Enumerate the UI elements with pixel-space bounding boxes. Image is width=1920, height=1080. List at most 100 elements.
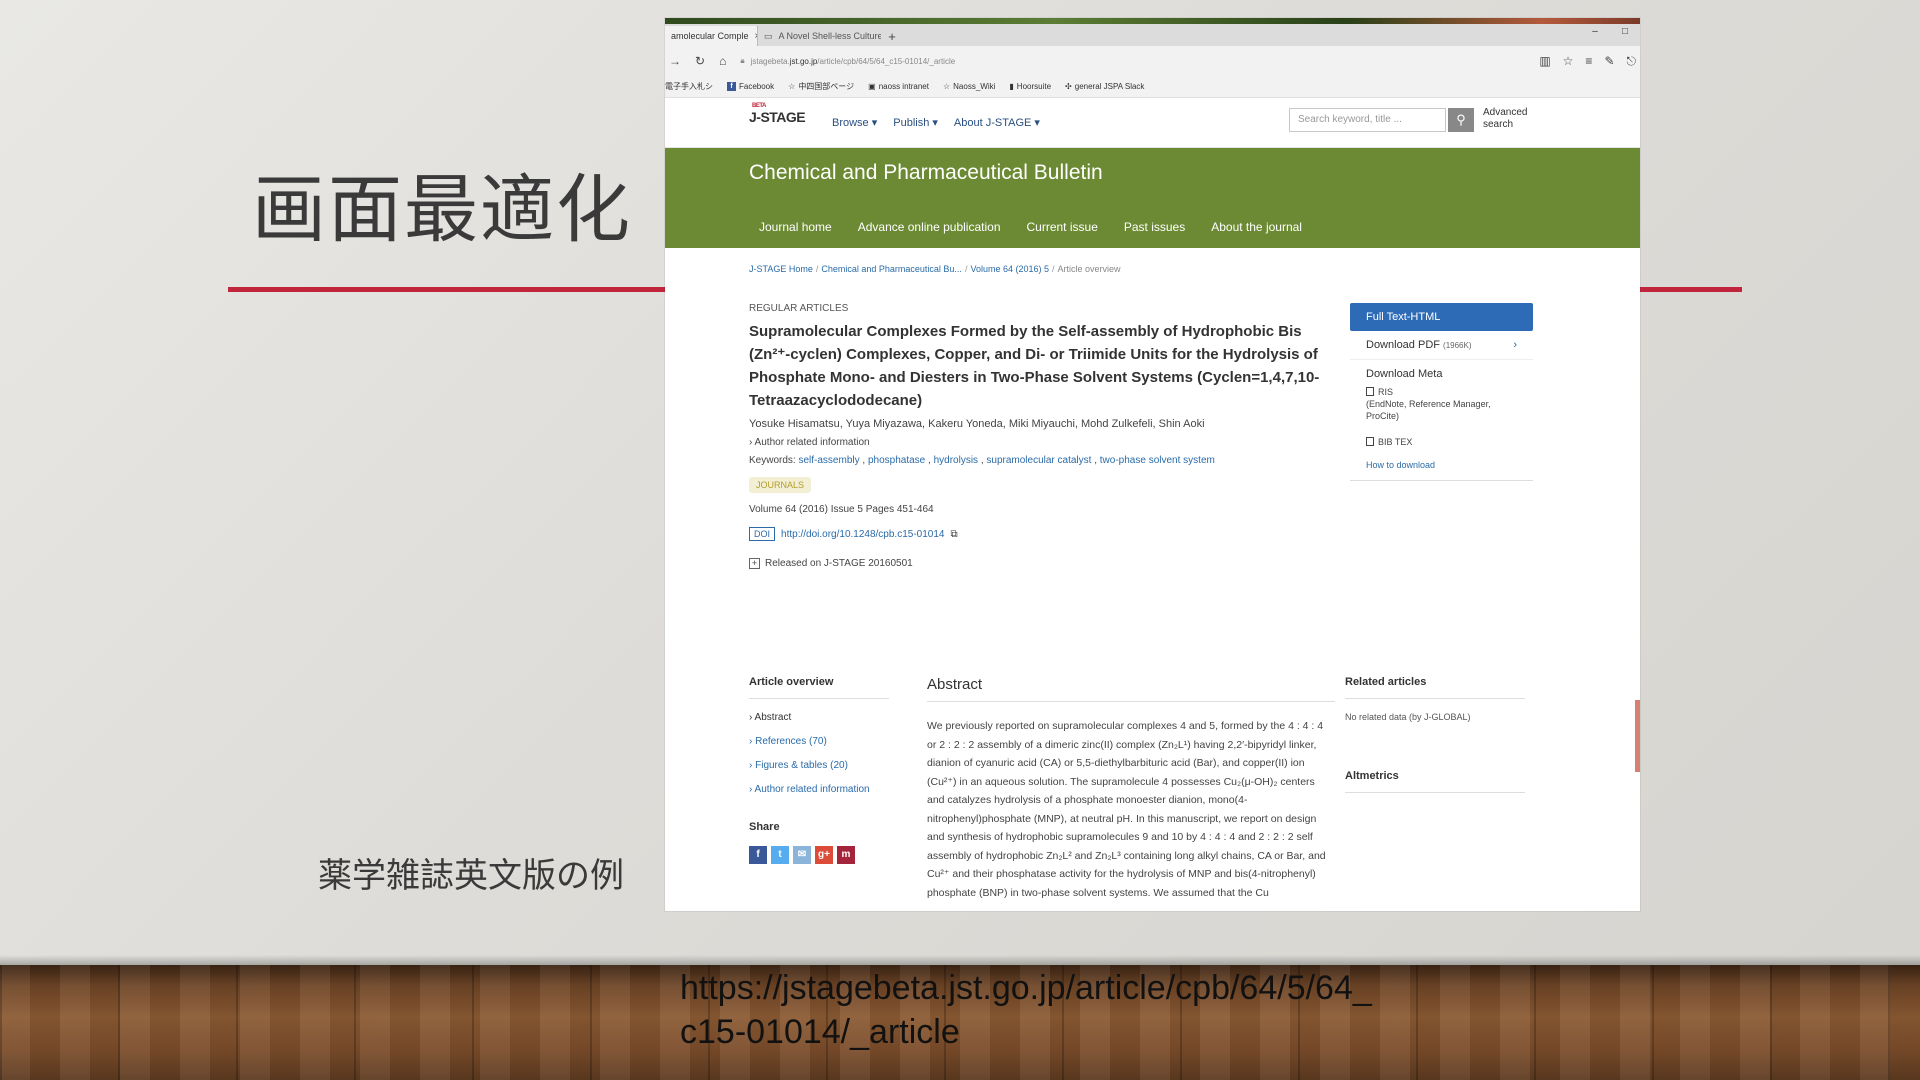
download-sidebar: Full Text-HTML Download PDF (1966K) › Do… xyxy=(1350,303,1533,481)
favorite-label: Hoorsuite xyxy=(1016,82,1052,91)
related-heading: Related articles xyxy=(1345,676,1525,699)
favorite-item[interactable]: ☆ Naoss_Wiki xyxy=(943,82,995,91)
overview-heading: Article overview xyxy=(749,676,889,699)
breadcrumb: J-STAGE Home / Chemical and Pharmaceutical… xyxy=(749,264,1121,274)
favorites-bar: 電子手入札シ f Facebook ☆ 中四国部ページ ▣ naoss intrane… xyxy=(665,76,1640,98)
share-icon[interactable]: ⎋ xyxy=(1627,54,1637,69)
tab-bar: amolecular Comple × ▭ A Novel Shell-less… xyxy=(665,24,1640,46)
bibtex-link[interactable]: BIB TEX xyxy=(1350,430,1533,448)
site-nav: Browse ▾ Publish ▾ About J-STAGE ▾ xyxy=(832,116,1040,129)
full-text-html-button[interactable]: Full Text-HTML xyxy=(1350,303,1533,331)
home-icon[interactable]: ⌂ xyxy=(719,54,726,68)
volume-info: Volume 64 (2016) Issue 5 Pages 451-464 xyxy=(749,504,934,515)
favorite-item[interactable]: f Facebook xyxy=(727,82,774,91)
nav-browse[interactable]: Browse ▾ xyxy=(832,116,877,129)
nav-about[interactable]: About J-STAGE ▾ xyxy=(954,116,1040,129)
browser-tab[interactable]: ▭ A Novel Shell-less Culture S × xyxy=(757,26,881,46)
release-toggle[interactable]: + Released on J-STAGE 20160501 xyxy=(749,558,1329,569)
keyword-link[interactable]: supramolecular catalyst xyxy=(986,455,1091,466)
search-input[interactable]: Search keyword, title ... xyxy=(1289,108,1446,132)
url-prefix: jstagebeta. xyxy=(750,56,790,66)
related-text: No related data (by J-GLOBAL) xyxy=(1345,712,1471,722)
external-link-icon[interactable]: ⧉ xyxy=(950,529,957,540)
chevron-right-icon: › xyxy=(1513,339,1517,351)
title-rule xyxy=(1640,287,1742,292)
journal-nav-home[interactable]: Journal home xyxy=(759,220,832,234)
article-title: Supramolecular Complexes Formed by the S… xyxy=(749,323,1320,409)
article-authors: Yosuke Hisamatsu, Yuya Miyazawa, Kakeru … xyxy=(749,418,1205,430)
breadcrumb-volume[interactable]: Volume 64 (2016) 5 xyxy=(970,264,1049,274)
overview-abstract[interactable]: › Abstract xyxy=(749,712,899,723)
twitter-icon[interactable]: t xyxy=(771,846,789,864)
keyword-link[interactable]: self-assembly xyxy=(798,455,859,466)
overview-author-info[interactable]: › Author related information xyxy=(749,784,899,795)
journal-nav: Journal home Advance online publication … xyxy=(759,220,1302,234)
release-text: Released on J-STAGE 20160501 xyxy=(765,558,913,569)
advanced-search-link[interactable]: Advanced search xyxy=(1483,107,1543,131)
search-icon[interactable]: ⚲ xyxy=(1448,108,1474,132)
favorite-label: 電子手入札シ xyxy=(665,82,713,91)
file-icon xyxy=(1366,387,1374,396)
favorite-star-icon[interactable]: ☆ xyxy=(1563,54,1574,69)
mail-icon[interactable]: ✉ xyxy=(793,846,811,864)
bookmark-icon: ▮ xyxy=(1009,82,1014,91)
keyword-link[interactable]: phosphatase xyxy=(868,455,925,466)
toolbar-actions: ▥ ☆ ≡ ✎ ⎋ xyxy=(1539,54,1636,69)
article-overview-nav: Article overview › Abstract › References… xyxy=(749,676,899,864)
star-icon: ☆ xyxy=(788,82,796,91)
maximize-button[interactable]: □ xyxy=(1610,26,1640,37)
reading-view-icon[interactable]: ▥ xyxy=(1539,54,1550,69)
download-pdf-label: Download PDF xyxy=(1366,339,1440,351)
page-icon: ▭ xyxy=(764,30,773,41)
overview-references[interactable]: › References (70) xyxy=(749,736,899,747)
how-to-download-link[interactable]: How to download xyxy=(1350,448,1533,481)
slide-title: 画面最適化 xyxy=(252,167,632,253)
url-domain: jst.go.jp xyxy=(789,56,818,66)
forward-icon[interactable]: → xyxy=(669,54,681,68)
browser-tab-active[interactable]: amolecular Comple × xyxy=(665,26,757,46)
journal-nav-about[interactable]: About the journal xyxy=(1211,220,1302,234)
hub-icon[interactable]: ≡ xyxy=(1585,54,1592,69)
breadcrumb-journal[interactable]: Chemical and Pharmaceutical Bu... xyxy=(821,264,962,274)
favorite-item[interactable]: ▮ Hoorsuite xyxy=(1009,82,1051,91)
tab-label: A Novel Shell-less Culture S xyxy=(778,31,881,41)
breadcrumb-home[interactable]: J-STAGE Home xyxy=(749,264,813,274)
jstage-logo[interactable]: BETA J-STAGE xyxy=(749,103,806,125)
mendeley-icon[interactable]: m xyxy=(837,846,855,864)
refresh-icon[interactable]: ↻ xyxy=(695,54,705,68)
google-plus-icon[interactable]: g+ xyxy=(815,846,833,864)
keyword-link[interactable]: hydrolysis xyxy=(934,455,978,466)
web-note-icon[interactable]: ✎ xyxy=(1604,54,1614,69)
related-articles: Related articles No related data (by J-G… xyxy=(1345,676,1525,793)
favorite-item[interactable]: 電子手入札シ xyxy=(665,81,713,92)
favorite-label: Naoss_Wiki xyxy=(953,82,996,91)
site-header: BETA J-STAGE Browse ▾ Publish ▾ About J-… xyxy=(665,98,1640,148)
ris-description: (EndNote, Reference Manager, ProCite) xyxy=(1366,399,1491,421)
journal-title[interactable]: Chemical and Pharmaceutical Bulletin xyxy=(749,161,1103,185)
new-tab-button[interactable]: + xyxy=(881,26,903,46)
share-heading: Share xyxy=(749,821,780,833)
favorite-item[interactable]: ▣ naoss intranet xyxy=(868,82,929,91)
journal-nav-past[interactable]: Past issues xyxy=(1124,220,1185,234)
article-header: REGULAR ARTICLES Supramolecular Complexe… xyxy=(749,303,1329,569)
journal-nav-advance[interactable]: Advance online publication xyxy=(858,220,1001,234)
address-bar[interactable]: 🔒︎ jstagebeta.jst.go.jp/article/cpb/64/5… xyxy=(740,56,1280,66)
lock-icon: 🔒︎ xyxy=(740,56,745,65)
journal-nav-current[interactable]: Current issue xyxy=(1027,220,1098,234)
minimize-button[interactable]: – xyxy=(1580,26,1610,37)
facebook-icon[interactable]: f xyxy=(749,846,767,864)
overview-figures[interactable]: › Figures & tables (20) xyxy=(749,760,899,771)
abstract-heading: Abstract xyxy=(927,676,1335,702)
download-pdf-button[interactable]: Download PDF (1966K) › xyxy=(1350,331,1533,360)
scrollbar-thumb[interactable] xyxy=(1635,700,1640,772)
keywords-label: Keywords: xyxy=(749,455,796,466)
ris-link[interactable]: RIS (EndNote, Reference Manager, ProCite… xyxy=(1350,380,1533,422)
browser-screenshot: amolecular Comple × ▭ A Novel Shell-less… xyxy=(665,18,1640,911)
favorite-item[interactable]: ☆ 中四国部ページ xyxy=(788,81,854,92)
author-info-toggle[interactable]: › Author related information xyxy=(749,437,1329,448)
favorite-item[interactable]: ✣ general JSPA Slack xyxy=(1065,82,1144,91)
url-path: /article/cpb/64/5/64_c15-01014/_article xyxy=(817,56,956,66)
doi-link[interactable]: http://doi.org/10.1248/cpb.c15-01014 xyxy=(781,529,944,540)
nav-publish[interactable]: Publish ▾ xyxy=(893,116,938,129)
keyword-link[interactable]: two-phase solvent system xyxy=(1100,455,1215,466)
